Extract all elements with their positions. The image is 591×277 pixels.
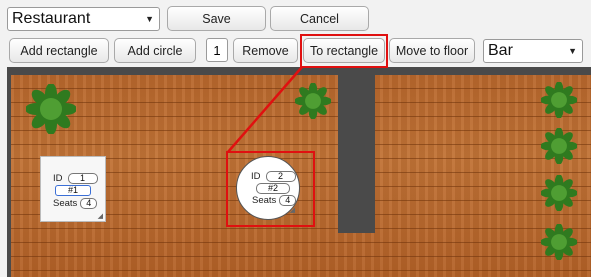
highlight-connector bbox=[227, 66, 303, 153]
